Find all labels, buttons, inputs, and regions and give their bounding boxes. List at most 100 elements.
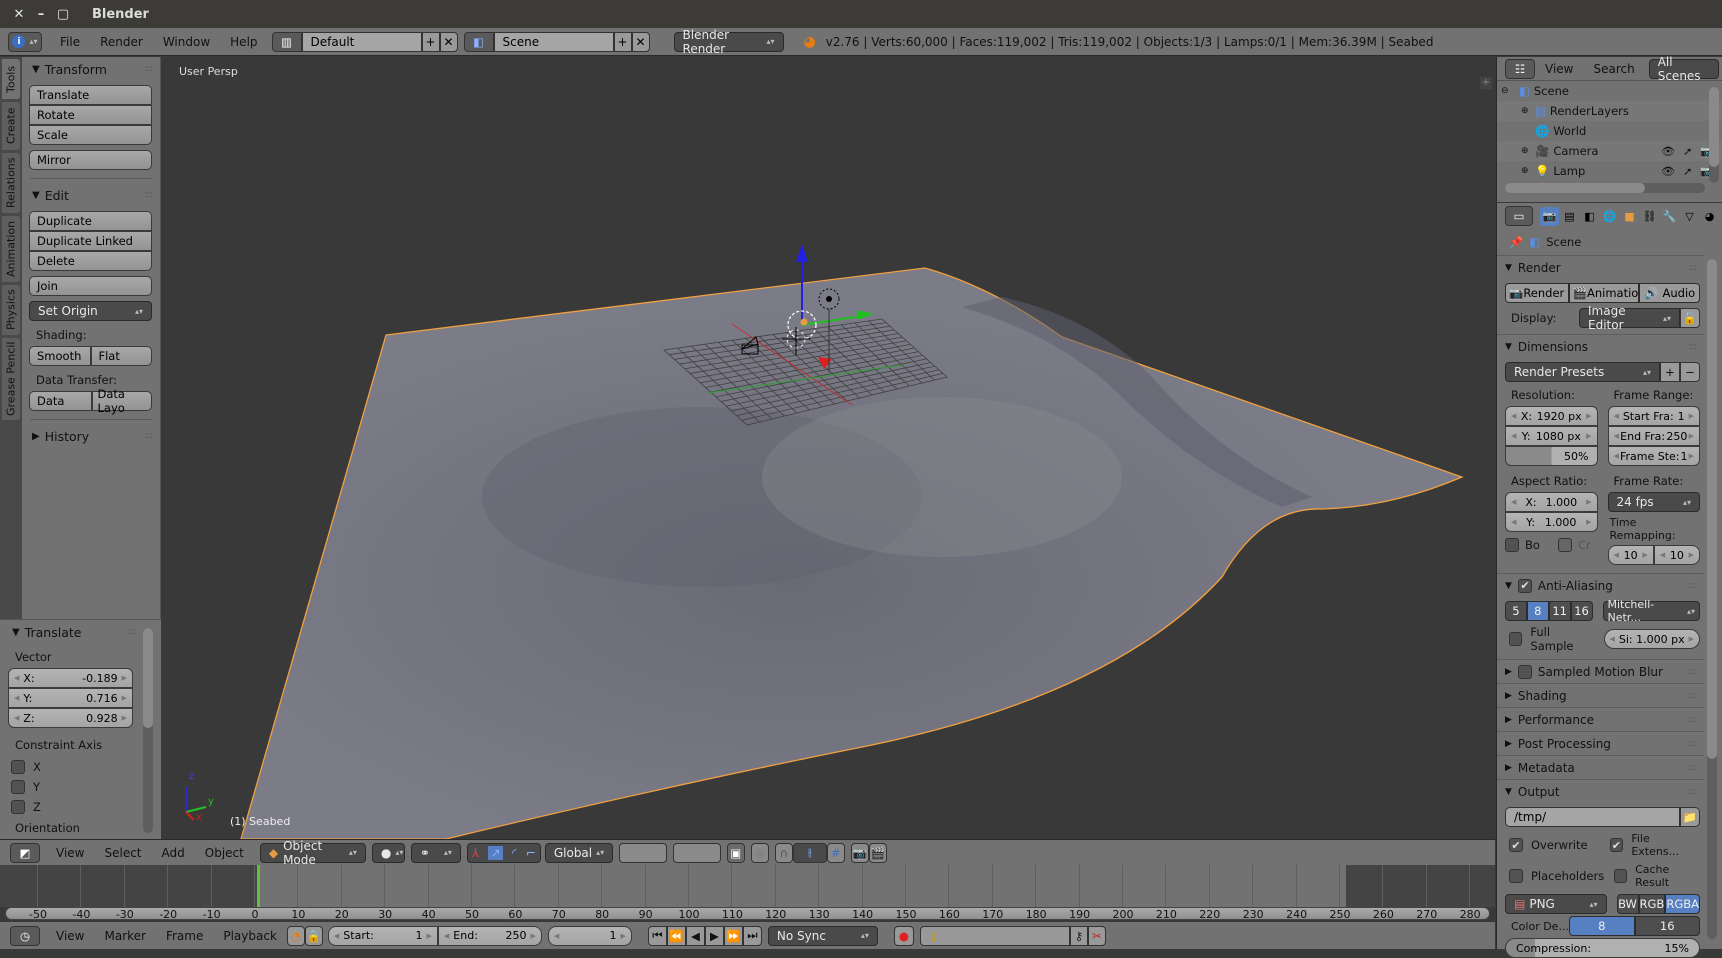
expand-icon[interactable]: ⊕ bbox=[1521, 106, 1531, 116]
scrollbar-thumb[interactable] bbox=[143, 628, 153, 728]
viewport-menu-view[interactable]: View bbox=[46, 846, 94, 860]
drag-grip-icon[interactable]: :::: bbox=[1688, 667, 1697, 677]
motion-blur-checkbox[interactable] bbox=[1517, 664, 1532, 679]
output-section-header[interactable]: ▼ Output:::: bbox=[1497, 779, 1704, 803]
data-transfer-button[interactable]: Data bbox=[29, 391, 92, 411]
editor-type-outliner-button[interactable]: ☷ bbox=[1505, 58, 1535, 79]
end-frame-field[interactable]: ◀ End: 250 ▶ bbox=[437, 925, 542, 946]
object-tab-icon[interactable]: ■ bbox=[1620, 207, 1639, 226]
file-extensions-checkbox[interactable]: ✔ bbox=[1609, 838, 1624, 852]
resolution-percentage-slider[interactable]: 50% bbox=[1505, 446, 1598, 466]
render-audio-button[interactable]: 🔊 Audio bbox=[1639, 283, 1701, 303]
tab-tools[interactable]: Tools bbox=[2, 59, 20, 99]
viewport-menu-add[interactable]: Add bbox=[152, 846, 195, 860]
aa-filter-dropdown[interactable]: Mitchell-Netr... ▴▾ bbox=[1602, 598, 1700, 624]
editor-type-3dview-button[interactable]: ◩ bbox=[10, 842, 40, 863]
proportional-edit-icon[interactable]: ◎ bbox=[750, 842, 769, 863]
flat-shading-button[interactable]: Flat bbox=[90, 346, 152, 366]
outliner-menu-view[interactable]: View bbox=[1535, 62, 1583, 76]
snap-element-dropdown[interactable]: ⫲ bbox=[792, 842, 827, 863]
render-section-header[interactable]: ▼ Render:::: bbox=[1497, 255, 1704, 279]
timeline-menu-view[interactable]: View bbox=[46, 929, 94, 943]
delete-keyframe-icon[interactable]: ✂ bbox=[1087, 925, 1106, 946]
lock-range-icon[interactable]: 🔒 bbox=[304, 925, 323, 946]
menu-window[interactable]: Window bbox=[153, 35, 220, 49]
render-presets-dropdown[interactable]: Render Presets ▴▾ bbox=[1505, 362, 1660, 382]
rotate-manipulator-icon[interactable]: ◜ bbox=[512, 846, 517, 860]
viewport-canvas[interactable] bbox=[162, 57, 1495, 839]
collapse-icon[interactable]: ⊖ bbox=[1501, 86, 1511, 96]
constraint-y-checkbox[interactable] bbox=[11, 780, 25, 794]
delete-button[interactable]: Delete bbox=[29, 251, 152, 271]
border-checkbox[interactable] bbox=[1505, 538, 1519, 552]
menu-help[interactable]: Help bbox=[220, 35, 267, 49]
material-tab-icon[interactable]: ◕ bbox=[1700, 207, 1719, 226]
snap-icon[interactable]: ∩ bbox=[774, 842, 793, 863]
vector-x-field[interactable]: ◀ X: -0.189 ▶ bbox=[8, 668, 133, 688]
jump-end-icon[interactable]: ⏭ bbox=[742, 925, 762, 946]
insert-keyframe-icon[interactable]: ⚷ bbox=[1069, 925, 1088, 946]
full-sample-checkbox[interactable] bbox=[1509, 632, 1523, 646]
drag-grip-icon[interactable]: :::: bbox=[144, 431, 153, 441]
properties-toggle-icon[interactable]: + bbox=[1480, 77, 1492, 89]
history-panel-header[interactable]: ▶ History:::: bbox=[22, 424, 160, 448]
outliner-filter-dropdown[interactable]: All Scenes bbox=[1648, 55, 1719, 83]
outliner-item-camera[interactable]: ⊕ 🎥 Camera 👁 ➚ 📷 bbox=[1497, 141, 1722, 161]
selectable-cursor-icon[interactable]: ➚ bbox=[1683, 145, 1692, 158]
cache-result-checkbox[interactable] bbox=[1614, 869, 1628, 883]
constraint-x-checkbox[interactable] bbox=[11, 760, 25, 774]
expand-icon[interactable]: ⊕ bbox=[1521, 166, 1531, 176]
viewport-shading-dropdown[interactable]: ● ▴▾ bbox=[371, 842, 405, 863]
drag-grip-icon[interactable]: :::: bbox=[144, 64, 153, 74]
outliner-item-world[interactable]: 🌐 World bbox=[1497, 121, 1722, 141]
scene-name-field[interactable]: Scene bbox=[493, 31, 614, 52]
transform-panel-header[interactable]: ▼ Transform:::: bbox=[22, 57, 160, 81]
drag-grip-icon[interactable]: :::: bbox=[127, 627, 136, 637]
data-layout-transfer-button[interactable]: Data Layo bbox=[91, 387, 152, 415]
add-preset-icon[interactable]: + bbox=[1660, 362, 1680, 382]
minimize-window-icon[interactable]: – bbox=[30, 7, 52, 22]
scrollbar-thumb[interactable] bbox=[1707, 259, 1717, 759]
display-dropdown[interactable]: Image Editor ▴▾ bbox=[1579, 304, 1680, 332]
dimensions-section-header[interactable]: ▼ Dimensions:::: bbox=[1497, 334, 1704, 358]
color-rgb-button[interactable]: RGB bbox=[1638, 894, 1666, 914]
snap-target-icon[interactable]: # bbox=[826, 842, 845, 863]
sampled-motion-blur-section-header[interactable]: ▶ Sampled Motion Blur:::: bbox=[1497, 659, 1704, 683]
crop-checkbox[interactable] bbox=[1557, 538, 1572, 552]
modifiers-tab-icon[interactable]: 🔧 bbox=[1660, 207, 1679, 226]
drag-grip-icon[interactable]: :::: bbox=[1688, 342, 1697, 352]
layout-selector-button[interactable]: ▥ bbox=[271, 31, 302, 52]
duplicate-button[interactable]: Duplicate bbox=[29, 211, 152, 231]
properties-scrollbar[interactable] bbox=[1707, 259, 1717, 939]
render-engine-dropdown[interactable]: Blender Render ▴▾ bbox=[673, 28, 784, 56]
color-rgba-button[interactable]: RGBA bbox=[1665, 894, 1700, 914]
edit-panel-header[interactable]: ▼ Edit:::: bbox=[22, 183, 160, 207]
add-layout-icon[interactable]: + bbox=[421, 31, 440, 52]
render-animation-icon[interactable]: 🎬 bbox=[868, 842, 887, 863]
timeline-menu-marker[interactable]: Marker bbox=[94, 929, 155, 943]
timeline-ruler[interactable]: -50 -40 -30 -20 -10 0 10 20 30 40 50 60 70 80 90 100 110… bbox=[5, 907, 1490, 921]
scene-selector-button[interactable]: ◧ bbox=[463, 31, 494, 52]
outliner-h-scrollbar[interactable] bbox=[1505, 183, 1705, 193]
set-origin-dropdown[interactable]: Set Origin ▴▾ bbox=[29, 301, 152, 321]
color-depth-16-button[interactable]: 16 bbox=[1634, 916, 1700, 936]
vector-y-field[interactable]: ◀ Y: 0.716 ▶ bbox=[8, 688, 133, 708]
menu-file[interactable]: File bbox=[50, 35, 90, 49]
pin-icon[interactable]: 📌 bbox=[1509, 235, 1523, 249]
drag-grip-icon[interactable]: :::: bbox=[1688, 739, 1697, 749]
rotate-button[interactable]: Rotate bbox=[29, 105, 152, 125]
constraint-z-checkbox[interactable] bbox=[11, 800, 25, 814]
timeline-area[interactable] bbox=[0, 865, 1495, 907]
render-tab-icon[interactable]: 📷 bbox=[1540, 206, 1559, 226]
play-reverse-icon[interactable]: ◀ bbox=[685, 925, 705, 946]
start-frame-field[interactable]: ◀ Start: 1 ▶ bbox=[327, 925, 438, 946]
post-processing-section-header[interactable]: ▶ Post Processing:::: bbox=[1497, 731, 1704, 755]
outliner-v-scrollbar[interactable] bbox=[1709, 87, 1719, 183]
join-button[interactable]: Join bbox=[29, 276, 152, 296]
aa-samples-16-button[interactable]: 16 bbox=[1570, 601, 1593, 621]
translate-button[interactable]: Translate bbox=[29, 85, 152, 105]
drag-grip-icon[interactable]: :::: bbox=[1688, 787, 1697, 797]
keying-set-field[interactable]: ⚷ bbox=[919, 925, 1070, 946]
data-tab-icon[interactable]: ▽ bbox=[1680, 207, 1699, 226]
frame-rate-dropdown[interactable]: 24 fps ▴▾ bbox=[1607, 492, 1700, 512]
